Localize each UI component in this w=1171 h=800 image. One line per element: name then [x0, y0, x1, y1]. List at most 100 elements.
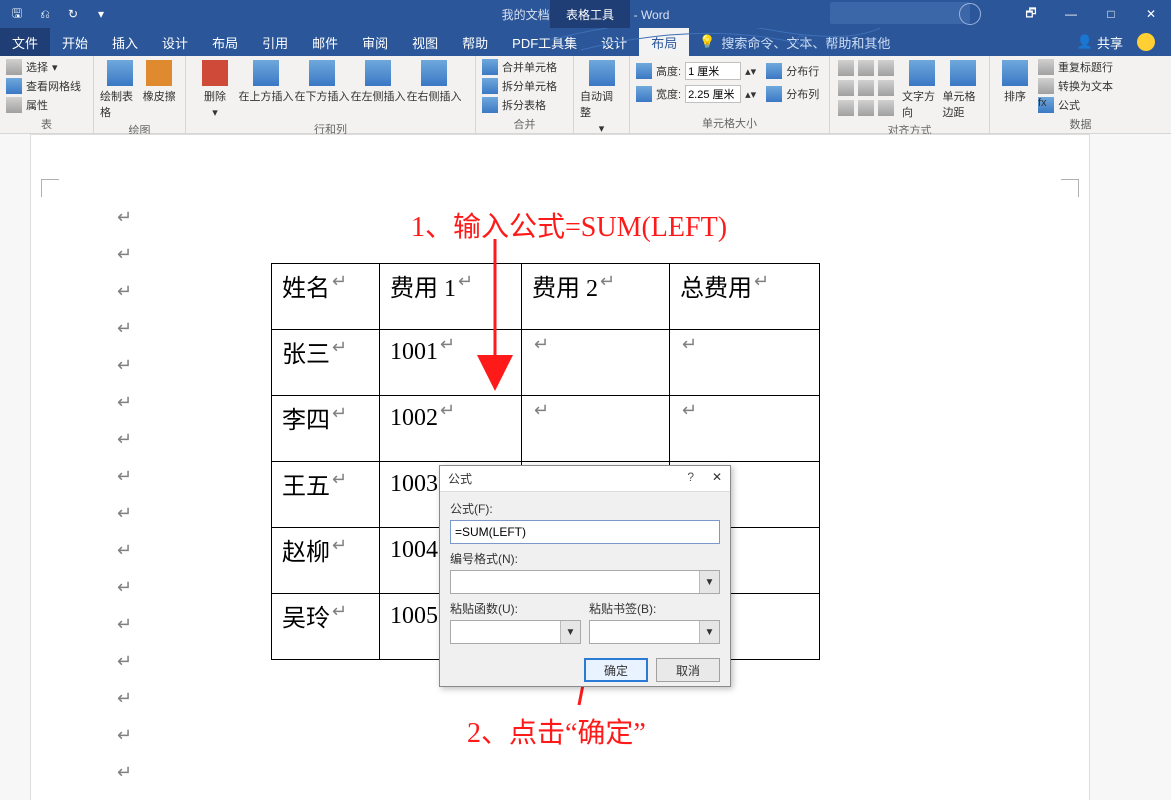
minimize-button[interactable]: — [1051, 0, 1091, 28]
autofit-button[interactable]: 自动调整▾ [580, 58, 623, 135]
menu-table-design[interactable]: 设计 [589, 28, 639, 56]
undo-icon[interactable]: ⎌ [34, 3, 56, 25]
table-row: 姓名↵ 费用 1↵ 费用 2↵ 总费用↵ [272, 264, 820, 330]
col-right-icon [421, 60, 447, 86]
quick-access-toolbar: 🖫 ⎌ ↻ ▾ [0, 3, 112, 25]
pastebm-label: 粘贴书签(B): [589, 600, 720, 617]
close-button[interactable]: ✕ [1131, 0, 1171, 28]
menu-review[interactable]: 审阅 [350, 28, 400, 56]
split-table-button[interactable]: 拆分表格 [482, 96, 557, 114]
dist-rows-button[interactable]: 分布行 [786, 63, 819, 79]
th-name: 姓名 [282, 276, 330, 302]
insert-left-button[interactable]: 在左侧插入 [350, 58, 406, 104]
eraser-button[interactable]: 橡皮擦 [140, 58, 180, 104]
delete-button[interactable]: 删除▾ [192, 58, 238, 119]
delete-icon [202, 60, 228, 86]
sort-button[interactable]: 排序 [996, 58, 1034, 104]
th-cost2: 费用 2 [532, 276, 598, 302]
draw-table-button[interactable]: 绘制表格 [100, 58, 140, 120]
table-tools-label: 表格工具 [550, 0, 630, 28]
paragraph-marks: ↵↵↵↵↵↵ ↵↵↵↵↵↵ ↵↵↵↵↵↵ [117, 207, 132, 800]
cancel-button[interactable]: 取消 [656, 658, 720, 682]
view-gridlines-button[interactable]: 查看网格线 [6, 77, 81, 95]
dialog-titlebar[interactable]: 公式 ? ✕ [440, 466, 730, 492]
numfmt-combo[interactable]: ▼ [450, 570, 720, 594]
properties-icon [6, 97, 22, 113]
textdir-icon [909, 60, 935, 86]
menu-pdf[interactable]: PDF工具集 [500, 28, 589, 56]
merge-icon [482, 59, 498, 75]
col-left-icon [365, 60, 391, 86]
ribbon: 选择 ▾ 查看网格线 属性 表 绘制表格 橡皮擦 绘图 删除▾ 在上方插入 在下… [0, 56, 1171, 134]
menu-file[interactable]: 文件 [0, 28, 50, 56]
menu-home[interactable]: 开始 [50, 28, 100, 56]
account-badge[interactable] [830, 2, 970, 24]
dialog-title: 公式 [448, 470, 472, 487]
share-label: 共享 [1097, 33, 1123, 52]
chevron-down-icon: ▼ [699, 571, 719, 593]
height-input[interactable] [685, 62, 741, 80]
repeat-header-button[interactable]: 重复标题行 [1038, 58, 1113, 76]
ribbon-display-icon[interactable]: 🗗 [1011, 0, 1051, 28]
chevron-down-icon: ▼ [560, 621, 580, 643]
share-button[interactable]: 👤 共享 [1077, 33, 1123, 52]
menu-table-layout[interactable]: 布局 [639, 28, 689, 56]
grid-icon [6, 78, 22, 94]
dialog-help-icon[interactable]: ? [687, 470, 694, 484]
annotation-step2: 2、点击“确定” [467, 711, 646, 751]
margins-icon [950, 60, 976, 86]
group-merge: 合并单元格 拆分单元格 拆分表格 合并 [476, 56, 574, 133]
menu-view[interactable]: 视图 [400, 28, 450, 56]
menu-insert[interactable]: 插入 [100, 28, 150, 56]
redo-icon[interactable]: ↻ [62, 3, 84, 25]
pastebm-combo[interactable]: ▼ [589, 620, 720, 644]
pencil-icon [107, 60, 133, 86]
text-direction-button[interactable]: 文字方向 [902, 58, 943, 120]
insert-below-button[interactable]: 在下方插入 [294, 58, 350, 104]
width-input[interactable] [685, 85, 741, 103]
split-cells-button[interactable]: 拆分单元格 [482, 77, 557, 95]
dialog-close-icon[interactable]: ✕ [712, 470, 722, 484]
annotation-step1: 1、输入公式=SUM(LEFT) [411, 205, 727, 245]
height-icon [636, 63, 652, 79]
group-align: 文字方向 单元格边距 对齐方式 [830, 56, 990, 133]
fx-icon: fx [1038, 97, 1054, 113]
width-icon [636, 86, 652, 102]
split-table-icon [482, 97, 498, 113]
smiley-icon[interactable] [1137, 33, 1155, 51]
group-cell-size: 高度: ▴▾ 分布行 宽度: ▴▾ 分布列 单元格大小 [630, 56, 830, 133]
formula-button[interactable]: fx公式 [1038, 96, 1113, 114]
menu-help[interactable]: 帮助 [450, 28, 500, 56]
table-row: 李四↵1002↵↵↵ [272, 396, 820, 462]
insert-above-button[interactable]: 在上方插入 [238, 58, 294, 104]
tell-me[interactable]: 💡 搜索命令、文本、帮助和其他 [699, 33, 890, 52]
dist-cols-icon [766, 86, 782, 102]
align-grid[interactable] [838, 60, 896, 118]
account-avatar-icon[interactable] [959, 3, 981, 25]
menu-design[interactable]: 设计 [150, 28, 200, 56]
dist-cols-button[interactable]: 分布列 [786, 86, 819, 102]
convert-text-button[interactable]: 转换为文本 [1038, 77, 1113, 95]
group-autofit: 自动调整▾ [574, 56, 630, 133]
cell-margins-button[interactable]: 单元格边距 [943, 58, 984, 120]
maximize-button[interactable]: □ [1091, 0, 1131, 28]
menu-layout[interactable]: 布局 [200, 28, 250, 56]
row-below-icon [309, 60, 335, 86]
title-bar: 🖫 ⎌ ↻ ▾ 我的文档.doc [兼容模式] - Word 表格工具 🗗 — … [0, 0, 1171, 28]
formula-input[interactable] [450, 520, 720, 544]
menu-references[interactable]: 引用 [250, 28, 300, 56]
menu-mailings[interactable]: 邮件 [300, 28, 350, 56]
save-icon[interactable]: 🖫 [6, 3, 28, 25]
group-label-cellsize: 单元格大小 [630, 115, 829, 133]
group-table: 选择 ▾ 查看网格线 属性 表 [0, 56, 94, 133]
row-above-icon [253, 60, 279, 86]
insert-right-button[interactable]: 在右侧插入 [406, 58, 462, 104]
properties-button[interactable]: 属性 [6, 96, 81, 114]
pastefn-combo[interactable]: ▼ [450, 620, 581, 644]
qat-more-icon[interactable]: ▾ [90, 3, 112, 25]
table-row: 张三↵1001↵↵↵ [272, 330, 820, 396]
ok-button[interactable]: 确定 [584, 658, 648, 682]
formula-label: 公式(F): [450, 500, 720, 517]
merge-cells-button[interactable]: 合并单元格 [482, 58, 557, 76]
select-button[interactable]: 选择 ▾ [6, 58, 81, 76]
